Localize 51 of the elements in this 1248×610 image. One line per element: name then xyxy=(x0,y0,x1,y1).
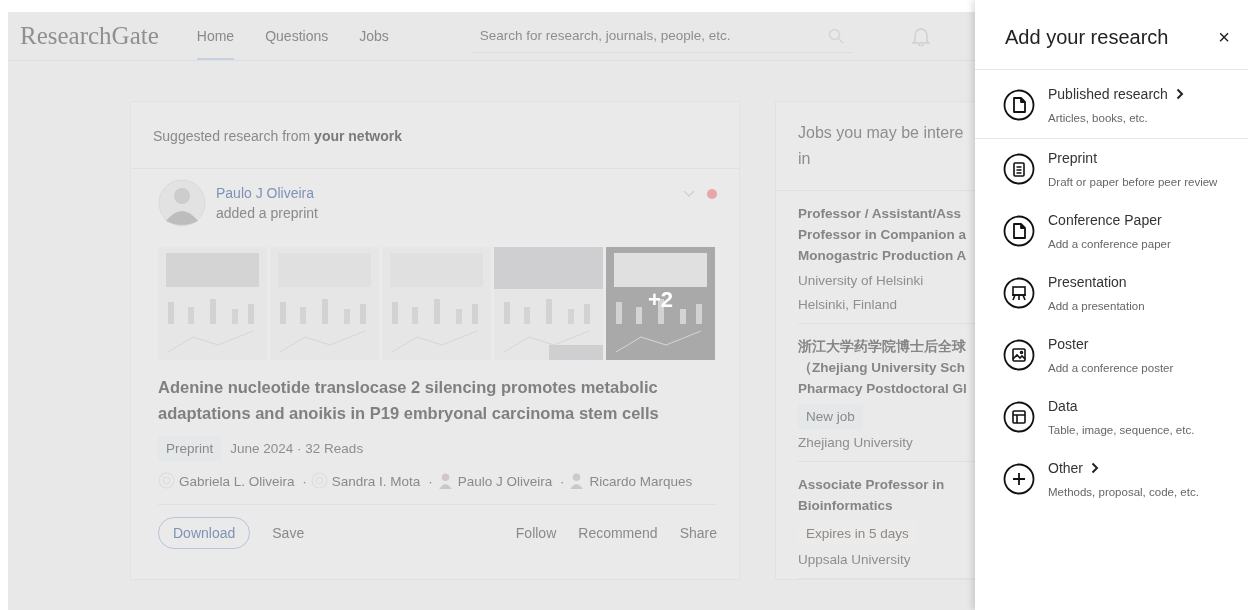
separator-dot: · xyxy=(559,474,565,489)
job-title[interactable]: Associate Professor in Bioinformatics xyxy=(798,474,975,516)
presentation-icon xyxy=(1003,277,1035,309)
plus-icon xyxy=(1003,463,1035,495)
chevron-right-icon xyxy=(1175,88,1184,100)
action-button[interactable]: Share xyxy=(679,518,717,548)
close-button[interactable]: × xyxy=(1214,26,1234,49)
nav-tab[interactable]: Questions xyxy=(265,12,329,60)
author-link[interactable]: Gabriela L. Oliveira xyxy=(179,474,295,489)
menu-item[interactable]: Preprint Draft or paper before peer review xyxy=(975,139,1248,201)
type-tag: Preprint xyxy=(158,436,222,461)
menu-item[interactable]: Conference Paper Add a conference paper xyxy=(975,201,1248,263)
nav-tab[interactable]: Home xyxy=(196,12,235,60)
activity-text: added a preprint xyxy=(216,205,318,221)
document-icon xyxy=(1003,215,1035,247)
drawer-title: Add your research xyxy=(1005,26,1170,49)
image-icon xyxy=(1003,339,1035,371)
job-detail: Helsinki, Finland xyxy=(798,296,899,314)
menu-item[interactable]: Published research Articles, books, etc. xyxy=(975,70,1248,139)
menu-item[interactable]: Poster Add a conference poster xyxy=(975,325,1248,387)
section-heading: Suggested research from your network xyxy=(131,102,739,169)
action-button[interactable]: Recommend xyxy=(578,518,658,548)
menu-item[interactable]: Presentation Add a presentation xyxy=(975,263,1248,325)
job-title[interactable]: 浙江大学药学院博士后全球 （Zhejiang University Sch Pharmacy Postdoctoral Gl xyxy=(798,336,975,399)
author-link[interactable]: Sandra I. Mota xyxy=(331,474,421,489)
save-button[interactable]: Save xyxy=(258,518,319,548)
search-field[interactable]: Search for research, journals, people, etc. xyxy=(471,19,852,53)
job-tag: New job xyxy=(798,404,863,429)
action-button[interactable]: Follow xyxy=(515,518,557,548)
menu-item[interactable]: Other Methods, proposal, code, etc. xyxy=(975,449,1248,511)
nav-tab[interactable]: Jobs xyxy=(359,12,389,60)
clipboard-icon xyxy=(1003,153,1035,185)
job-title[interactable]: Professor / Assistant/Ass Professor in Companion a Monogastric Production A xyxy=(798,203,975,266)
publication-title[interactable]: Adenine nucleotide translocase 2 silencing promotes metabolic adaptations and anoikis in P19 embryonal carcinoma stem cells xyxy=(158,374,717,426)
avatar[interactable] xyxy=(158,179,206,227)
job-detail: University of Helsinki xyxy=(798,272,925,290)
logo[interactable]: ResearchGate xyxy=(20,22,159,50)
separator-dot: · xyxy=(302,474,307,489)
separator-dot: · xyxy=(428,474,433,489)
author-link[interactable]: Ricardo Marques xyxy=(589,474,693,489)
author-name[interactable]: Paulo J Oliveira xyxy=(216,185,318,201)
job-detail: Zhejiang University xyxy=(798,434,914,452)
publication-meta: June 2024 · 32 Reads xyxy=(230,441,364,456)
author-link[interactable]: Paulo J Oliveira xyxy=(457,474,553,489)
bell-icon[interactable] xyxy=(911,26,930,46)
chevron-down-icon[interactable] xyxy=(683,190,695,198)
menu-item[interactable]: Data Table, image, sequence, etc. xyxy=(975,387,1248,449)
job-detail: Uppsala University xyxy=(798,551,912,569)
table-icon xyxy=(1003,401,1035,433)
chevron-right-icon xyxy=(1091,462,1099,474)
document-icon xyxy=(1003,89,1035,121)
